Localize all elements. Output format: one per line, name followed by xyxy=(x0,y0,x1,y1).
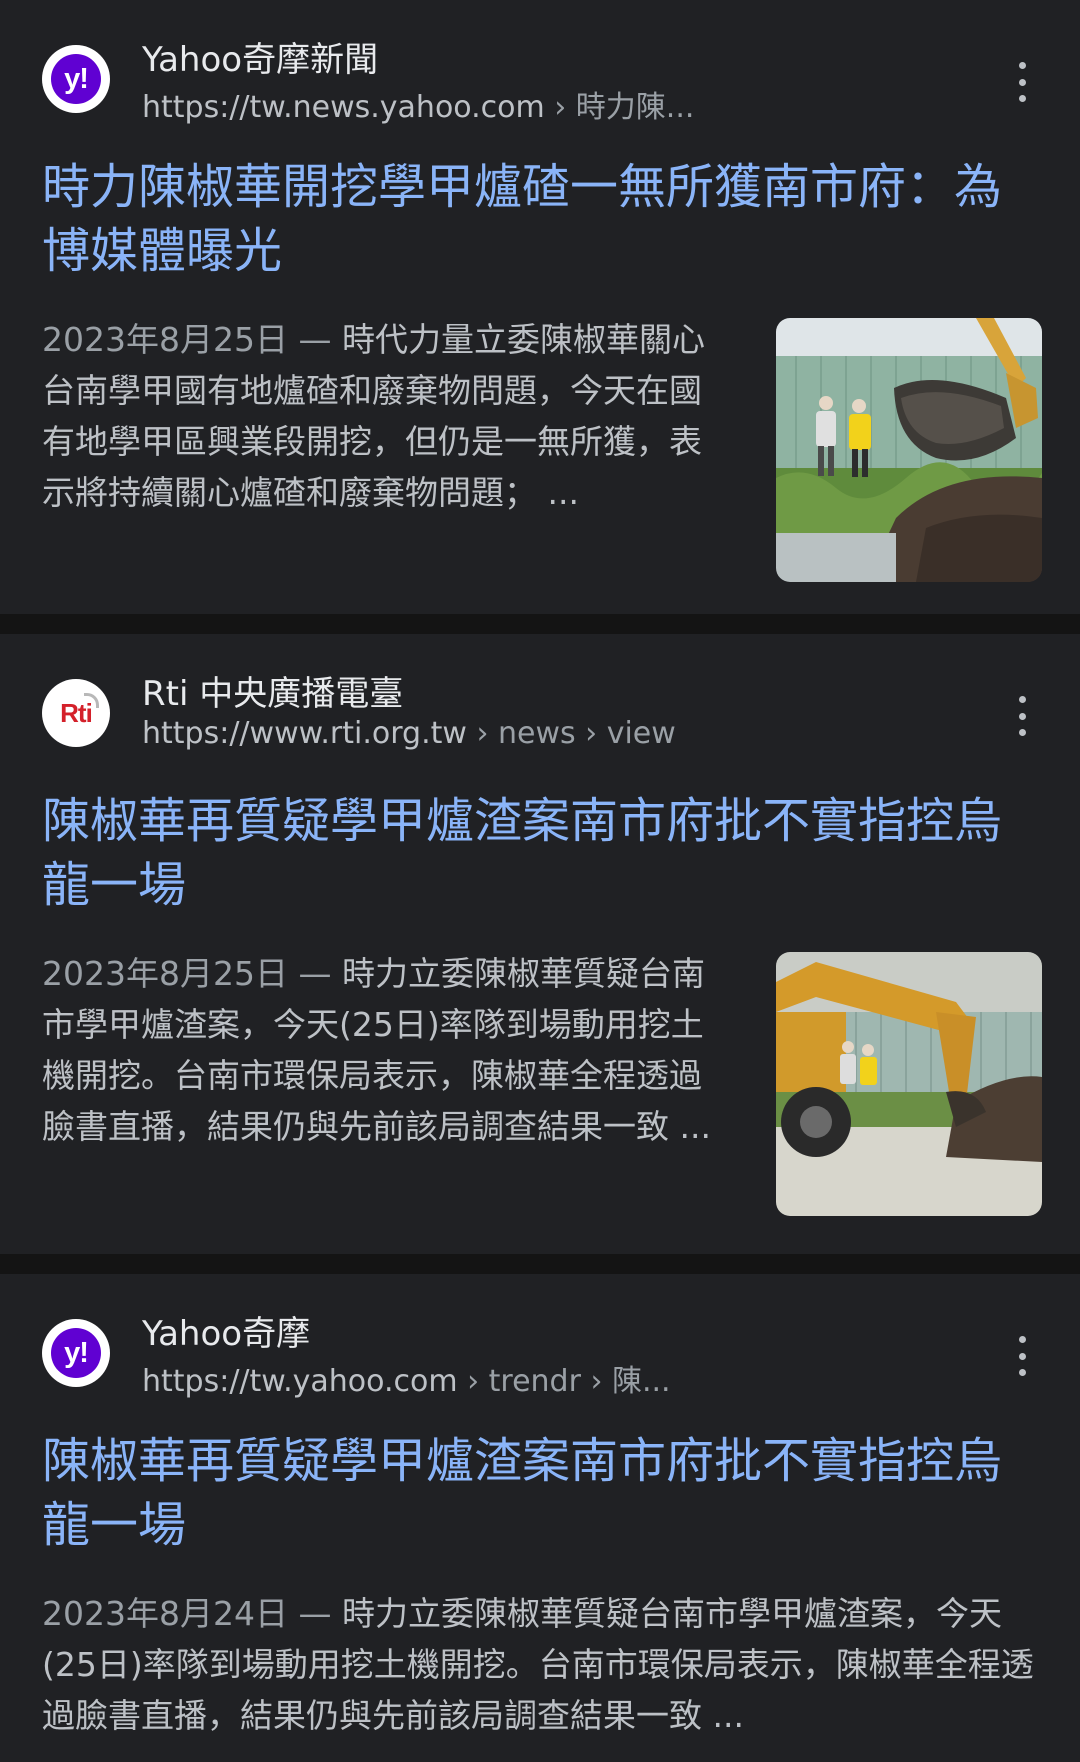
result-thumbnail-image[interactable] xyxy=(776,952,1042,1216)
site-favicon: Rti xyxy=(42,679,110,747)
date-separator: — xyxy=(287,954,342,993)
more-options-icon[interactable] xyxy=(1016,62,1028,102)
url-domain: https://www.rti.org.tw xyxy=(142,716,467,751)
site-favicon: y! xyxy=(42,1319,110,1387)
yahoo-logo-icon: y! xyxy=(51,1328,101,1378)
result-source[interactable]: Rti Rti 中央廣播電臺 https://www.rti.org.tw › … xyxy=(42,666,1042,766)
site-url: https://www.rti.org.tw › news › view xyxy=(142,716,676,751)
result-title-link[interactable]: 時力陳椒華開挖學甲爐碴一無所獲南市府：為博媒體曝光 xyxy=(42,155,1042,283)
result-source[interactable]: y! Yahoo奇摩 https://tw.yahoo.com › trendr… xyxy=(42,1306,1042,1406)
site-name: Yahoo奇摩 xyxy=(142,1314,311,1354)
site-name: Rti 中央廣播電臺 xyxy=(142,674,404,714)
url-breadcrumb: › 時力陳... xyxy=(544,90,695,125)
result-snippet: 2023年8月25日 — 時代力量立委陳椒華關心台南學甲國有地爐碴和廢棄物問題，… xyxy=(42,314,732,518)
url-domain: https://tw.news.yahoo.com xyxy=(142,90,545,125)
result-date: 2023年8月25日 xyxy=(42,954,288,993)
search-results-list: y! Yahoo奇摩新聞 https://tw.news.yahoo.com ›… xyxy=(0,0,1080,1762)
url-breadcrumb: › news › view xyxy=(466,716,676,751)
site-url: https://tw.news.yahoo.com › 時力陳... xyxy=(142,82,694,126)
more-options-icon[interactable] xyxy=(1016,1336,1028,1376)
result-thumbnail-image[interactable] xyxy=(776,318,1042,582)
site-favicon: y! xyxy=(42,45,110,113)
search-result-card: y! Yahoo奇摩新聞 https://tw.news.yahoo.com ›… xyxy=(0,0,1080,614)
yahoo-logo-icon: y! xyxy=(51,54,101,104)
search-result-card: y! Yahoo奇摩 https://tw.yahoo.com › trendr… xyxy=(0,1274,1080,1762)
result-date: 2023年8月25日 xyxy=(42,320,288,359)
result-source[interactable]: y! Yahoo奇摩新聞 https://tw.news.yahoo.com ›… xyxy=(42,32,1042,132)
date-separator: — xyxy=(287,1594,342,1633)
result-date: 2023年8月24日 xyxy=(42,1594,288,1633)
date-separator: — xyxy=(287,320,342,359)
url-domain: https://tw.yahoo.com xyxy=(142,1364,458,1399)
signal-wave-icon xyxy=(84,693,99,708)
result-snippet: 2023年8月25日 — 時力立委陳椒華質疑台南市學甲爐渣案，今天(25日)率隊… xyxy=(42,948,732,1152)
site-name: Yahoo奇摩新聞 xyxy=(142,40,379,80)
search-result-card: Rti Rti 中央廣播電臺 https://www.rti.org.tw › … xyxy=(0,634,1080,1254)
rti-logo-icon: Rti xyxy=(51,688,101,738)
more-options-icon[interactable] xyxy=(1016,696,1028,736)
site-url: https://tw.yahoo.com › trendr › 陳... xyxy=(142,1356,671,1400)
result-snippet: 2023年8月24日 — 時力立委陳椒華質疑台南市學甲爐渣案，今天(25日)率隊… xyxy=(42,1588,1042,1741)
result-title-link[interactable]: 陳椒華再質疑學甲爐渣案南市府批不實指控烏龍一場 xyxy=(42,789,1042,917)
result-title-link[interactable]: 陳椒華再質疑學甲爐渣案南市府批不實指控烏龍一場 xyxy=(42,1429,1042,1557)
url-breadcrumb: › trendr › 陳... xyxy=(457,1364,671,1399)
